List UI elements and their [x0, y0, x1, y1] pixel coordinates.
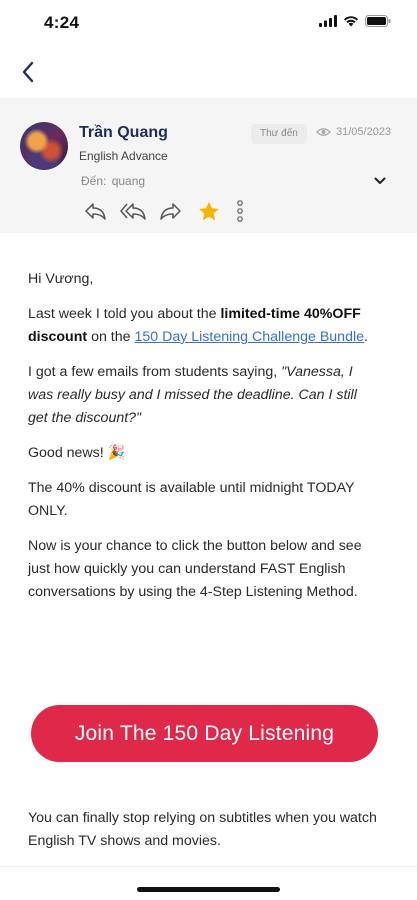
folder-badge: Thư đến [251, 124, 307, 144]
more-vertical-icon [237, 200, 243, 222]
status-bar: 4:24 [0, 0, 417, 46]
home-indicator[interactable] [137, 887, 280, 892]
to-label: Đến: [81, 174, 107, 188]
status-icons [319, 15, 391, 27]
paragraph-chance: Now is your chance to click the button b… [28, 538, 362, 600]
status-time: 4:24 [44, 13, 80, 32]
expand-details-button[interactable] [371, 172, 389, 190]
p2-text: I got a few emails from students saying, [28, 364, 282, 380]
email-date: 31/05/2023 [336, 126, 392, 138]
eye-icon [316, 128, 331, 136]
email-actions [82, 198, 258, 224]
forward-icon [160, 203, 181, 220]
more-options-button[interactable] [234, 198, 246, 224]
battery-icon [365, 15, 391, 27]
paragraph-good-news: Good news! 🎉 [28, 445, 126, 461]
p1-text-c: . [364, 329, 368, 345]
forward-button[interactable] [158, 198, 184, 224]
recipient-line: Đến: quang [79, 174, 145, 188]
reply-all-icon [120, 203, 146, 220]
paragraph-emails: I got a few emails from students saying,… [28, 361, 378, 430]
p1-text-b: on the [87, 329, 135, 345]
star-icon [199, 201, 219, 220]
back-button[interactable] [14, 58, 42, 86]
reply-all-button[interactable] [120, 198, 146, 224]
wifi-icon [344, 16, 358, 27]
bundle-link[interactable]: 150 Day Listening Challenge Bundle [134, 329, 364, 345]
email-body: Hi Vương, Last week I told you about the… [28, 268, 378, 616]
greeting: Hi Vương, [28, 271, 94, 287]
bottom-safe-area [0, 866, 417, 900]
paragraph-deadline: The 40% discount is available until midn… [28, 480, 355, 519]
sender-tag: English Advance [79, 149, 168, 163]
sender-name[interactable]: Trần Quang [79, 124, 168, 142]
signal-icon [319, 15, 337, 27]
email-header: Trần Quang English Advance Thư đến 31/05… [0, 98, 417, 233]
back-chevron-icon [22, 61, 34, 83]
p1-text-a: Last week I told you about the [28, 306, 221, 322]
nav-bar [0, 46, 417, 98]
chevron-down-icon [374, 177, 386, 184]
reply-button[interactable] [82, 198, 108, 224]
star-button[interactable] [196, 198, 222, 224]
avatar[interactable] [20, 122, 68, 170]
reply-icon [85, 203, 106, 220]
paragraph-subtitles: You can finally stop relying on subtitle… [28, 810, 377, 849]
to-value: quang [111, 174, 146, 188]
paragraph-discount: Last week I told you about the limited-t… [28, 303, 378, 349]
seen-date: 31/05/2023 [316, 126, 391, 138]
join-listening-button[interactable]: Join The 150 Day Listening [31, 705, 378, 762]
